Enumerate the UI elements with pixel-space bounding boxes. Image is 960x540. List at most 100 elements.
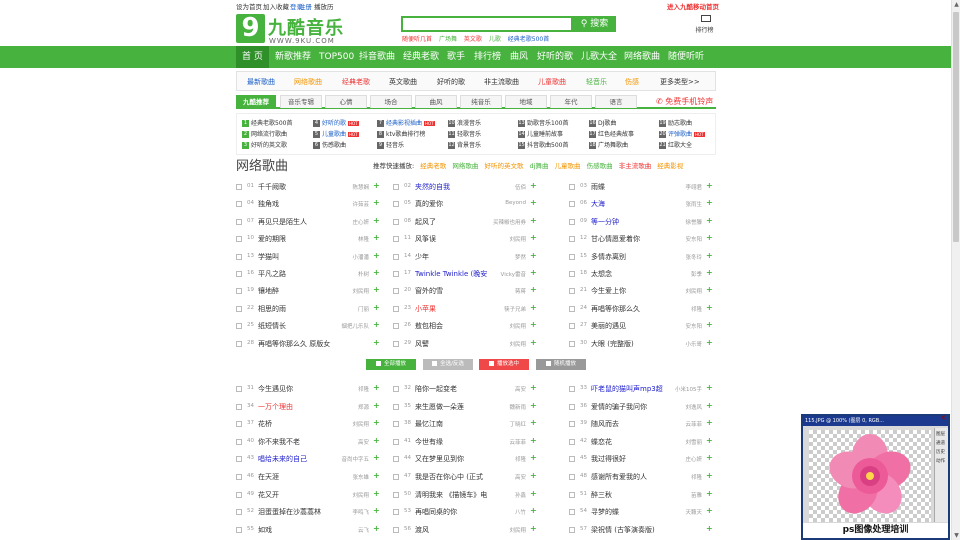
add-icon[interactable]: + (530, 181, 537, 190)
select-all-button[interactable]: 全选/反选 (423, 359, 473, 370)
song-singer[interactable]: 蒋蒋 (490, 287, 526, 295)
song-title[interactable]: 再唱同桌的你 (415, 507, 457, 517)
quick-play-item[interactable]: 网络歌曲 (452, 162, 478, 170)
tab-albums[interactable]: 音乐专辑 (280, 95, 322, 108)
nav-classic[interactable]: 经典老歌 (403, 46, 439, 68)
add-icon[interactable]: + (530, 216, 537, 225)
song-checkbox[interactable] (569, 386, 575, 392)
add-icon[interactable]: + (530, 233, 537, 242)
song-checkbox[interactable] (236, 253, 242, 260)
song-title[interactable]: 寻梦的蝶 (591, 507, 619, 517)
song-title[interactable]: 起风了 (415, 217, 436, 227)
add-icon[interactable]: + (706, 268, 713, 277)
scroll-down-arrow-icon[interactable]: ▼ (952, 531, 960, 540)
song-checkbox[interactable] (236, 403, 242, 410)
song-checkbox[interactable] (569, 474, 575, 480)
play-selected-button[interactable]: 播放选中 (479, 359, 529, 370)
song-row[interactable]: 38 最忆江南 丁晓红 + (393, 417, 541, 431)
song-singer[interactable]: 刘民翔 (490, 526, 526, 534)
song-singer[interactable]: 安东阳 (666, 235, 702, 243)
song-row[interactable]: 10 爱的期限 林隆 + (236, 232, 384, 246)
song-singer[interactable]: 祁隆 (666, 305, 702, 313)
subnav-item[interactable]: 非主流歌曲 (484, 77, 519, 87)
song-singer[interactable]: 祁隆 (333, 385, 369, 393)
category-item[interactable]: 3 好听的英文歌 (242, 140, 287, 149)
scroll-thumb[interactable] (953, 12, 959, 242)
song-singer[interactable]: 刘逸风 (666, 403, 702, 411)
song-title[interactable]: 唱给未来的自己 (258, 454, 307, 464)
song-checkbox[interactable] (569, 253, 575, 260)
category-item[interactable]: 7 经典影视插曲 HOT (377, 118, 435, 127)
song-title[interactable]: 蝶恋花 (591, 437, 612, 447)
tab-pure-music[interactable]: 纯音乐 (460, 95, 502, 108)
song-row[interactable]: 47 我是否在你心中 (正式 高安 + (393, 470, 541, 484)
add-icon[interactable]: + (373, 489, 380, 498)
play-all-button[interactable]: 全部播放 (366, 359, 416, 370)
add-icon[interactable]: + (706, 216, 713, 225)
nav-kids[interactable]: 儿歌大全 (581, 46, 617, 68)
add-icon[interactable]: + (373, 453, 380, 462)
add-icon[interactable]: + (706, 251, 713, 260)
category-item[interactable]: 12 背景音乐 (448, 140, 481, 149)
category-item[interactable]: 15 抖音歌曲500首 (518, 140, 568, 149)
category-item[interactable]: 13 勁歌音乐100首 (518, 118, 568, 127)
song-singer[interactable]: 筷子兄弟 (490, 305, 526, 313)
song-checkbox[interactable] (236, 236, 242, 243)
song-checkbox[interactable] (393, 236, 399, 243)
song-title[interactable]: 吓老鼠的猫叫声mp3超 (591, 384, 663, 394)
song-checkbox[interactable] (236, 386, 242, 392)
song-checkbox[interactable] (393, 509, 399, 516)
song-row[interactable]: 42 蝶恋花 刘雪丽 + (569, 435, 717, 449)
song-row[interactable]: 24 再唱等你那么久 祁隆 + (569, 302, 717, 316)
song-row[interactable]: 21 今生爱上你 刘民翔 + (569, 284, 717, 298)
add-icon[interactable]: + (373, 506, 380, 515)
song-title[interactable]: 醉三秋 (591, 490, 612, 500)
tab-mood[interactable]: 心情 (325, 95, 367, 108)
song-checkbox[interactable] (393, 305, 399, 312)
song-row[interactable]: 45 我过得很好 庄心妍 + (569, 452, 717, 466)
song-row[interactable]: 56 渡风 刘民翔 + (393, 523, 541, 537)
song-row[interactable]: 25 纸短情长 烟把儿乐队 + (236, 319, 384, 333)
add-icon[interactable]: + (530, 453, 537, 462)
song-checkbox[interactable] (236, 340, 242, 347)
song-title[interactable]: 又在梦里见到你 (415, 454, 464, 464)
add-icon[interactable]: + (373, 401, 380, 410)
song-checkbox[interactable] (236, 288, 242, 295)
song-checkbox[interactable] (236, 201, 242, 208)
song-checkbox[interactable] (393, 323, 399, 330)
song-checkbox[interactable] (569, 491, 575, 498)
song-singer[interactable]: 林隆 (333, 235, 369, 243)
hotword[interactable]: 经典老歌500首 (508, 36, 549, 43)
subnav-item[interactable]: 儿童歌曲 (538, 77, 566, 87)
song-title[interactable]: 再唱等你那么久 原版女 (258, 339, 330, 349)
song-checkbox[interactable] (393, 421, 399, 428)
hotword[interactable]: 随便听几首 (402, 36, 432, 43)
add-icon[interactable]: + (706, 418, 713, 427)
category-item[interactable]: 5 儿童歌曲 HOT (313, 129, 359, 138)
song-singer[interactable]: 刘雪丽 (666, 438, 702, 446)
song-row[interactable]: 33 吓老鼠的猫叫声mp3超 小米105手 + (569, 382, 717, 396)
add-icon[interactable]: + (706, 506, 713, 515)
subnav-item[interactable]: 好听的歌 (437, 77, 465, 87)
song-title[interactable]: 太想念 (591, 269, 612, 279)
mobile-home-link[interactable]: 进入九酷移动首页 (667, 1, 719, 11)
song-row[interactable]: 15 多情赤离别 张冬玲 + (569, 250, 717, 264)
song-checkbox[interactable] (393, 438, 399, 445)
song-title[interactable]: 清明我来 《描镜车》电 (415, 490, 487, 500)
song-title[interactable]: 风筝误 (415, 234, 436, 244)
song-checkbox[interactable] (393, 253, 399, 260)
add-icon[interactable]: + (530, 418, 537, 427)
song-row[interactable]: 55 如戏 云飞 + (236, 523, 384, 537)
song-checkbox[interactable] (393, 218, 399, 225)
song-singer[interactable]: 云菲菲 (666, 420, 702, 428)
song-title[interactable]: 千千阙歌 (258, 182, 286, 192)
song-singer[interactable]: 许茹芸 (333, 200, 369, 208)
song-singer[interactable]: 音尚中字五 (333, 455, 369, 463)
song-row[interactable]: 32 陪你一起变老 高安 + (393, 382, 541, 396)
song-singer[interactable]: 刘民翔 (490, 340, 526, 348)
history-link[interactable]: 播放历 (314, 1, 334, 11)
add-icon[interactable]: + (530, 285, 537, 294)
song-title[interactable]: 夹然的自我 (415, 182, 450, 192)
song-checkbox[interactable] (569, 403, 575, 410)
song-singer[interactable]: 徐誉滕 (666, 218, 702, 226)
